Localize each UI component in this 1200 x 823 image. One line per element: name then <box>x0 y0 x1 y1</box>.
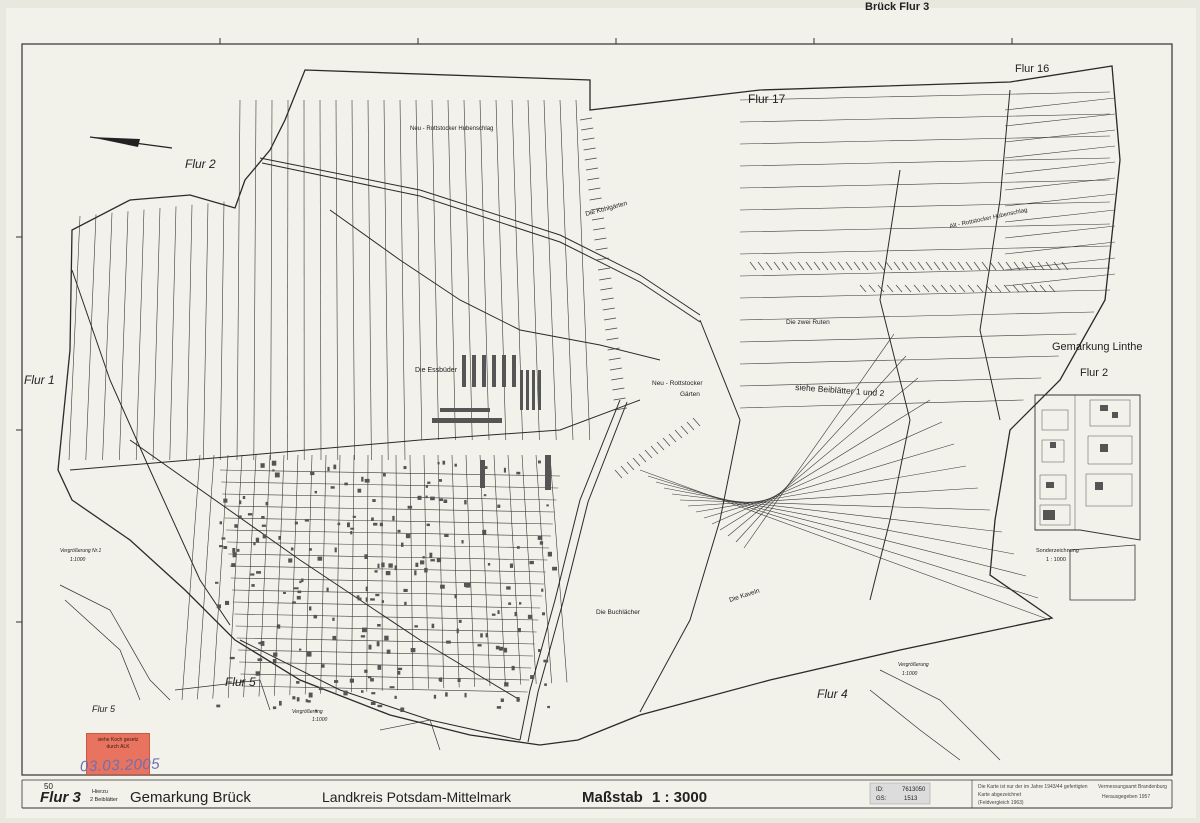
label-vergroesserung-left: Vergrößerung Nr.1 <box>60 548 102 554</box>
label-sonderzeichnung-scale: 1 : 1000 <box>1046 557 1066 563</box>
footer-note-2: Karte abgezeichnet <box>978 792 1022 798</box>
sheet-corner-label: Brück Flur 3 <box>865 1 929 13</box>
footer-note-1: Die Karte ist nur der im Jahre 1943/44 g… <box>978 784 1088 790</box>
footer-note-5: Herausgegeben 1957 <box>1102 794 1150 800</box>
label-vergroesserung-left-scale: 1:1000 <box>70 557 86 563</box>
footer-flur: Flur 3 <box>40 789 81 806</box>
map-sheet: Brück Flur 3 Flur 2 Flur 17 Flur 16 Flur… <box>0 0 1200 823</box>
footer-massstab-label: Maßstab <box>582 789 643 806</box>
footer-gs-label: GS: <box>876 796 887 802</box>
label-essbueder: Die Essbüder <box>415 367 458 374</box>
label-vergroesserung-mid: Vergrößerung <box>292 709 323 715</box>
label-flur1: Flur 1 <box>24 373 55 387</box>
label-sonderzeichnung: Sonderzeichnung <box>1036 548 1079 554</box>
footer-gs-value: 1513 <box>904 796 918 802</box>
footer-gemarkung: Gemarkung Brück <box>130 789 251 806</box>
label-flur17: Flur 17 <box>748 92 786 106</box>
label-buchlaecher: Die Buchlächer <box>596 609 641 616</box>
paper-sheet <box>6 8 1196 818</box>
label-gemarkung-linthe: Gemarkung Linthe <box>1052 341 1143 353</box>
label-flur16: Flur 16 <box>1015 63 1049 75</box>
footer-hierzu-2: 2 Beiblätter <box>90 797 118 803</box>
label-linthe-flur2: Flur 2 <box>1080 367 1108 379</box>
label-flur2: Flur 2 <box>185 157 216 171</box>
label-neu-rottstocker-2: Gärten <box>680 391 700 398</box>
footer-hierzu-1: Hierzu <box>92 789 108 795</box>
cadastral-map: Brück Flur 3 Flur 2 Flur 17 Flur 16 Flur… <box>0 0 1200 823</box>
sticker-line-1: siehe Koch gesetz <box>97 737 139 743</box>
label-zwei-ruten: Die zwei Ruten <box>786 319 830 326</box>
label-flur5-small: Flur 5 <box>92 704 116 714</box>
footer-id-value: 7613050 <box>902 787 926 793</box>
label-neu-rottstocker-hubenschlag: Neu - Rottstocker Hubenschlag <box>410 126 493 132</box>
footer-landkreis: Landkreis Potsdam-Mittelmark <box>322 789 512 805</box>
sticker-line-2: durch ALK <box>106 744 130 750</box>
label-flur4: Flur 4 <box>817 687 848 701</box>
label-vergroesserung-right-scale: 1:1000 <box>902 671 918 677</box>
label-neu-rottstocker-1: Neu - Rottstocker <box>652 380 703 387</box>
date-stamp: 03.03.2005 <box>79 755 161 776</box>
footer-massstab-value: 1 : 3000 <box>652 789 707 806</box>
label-vergroesserung-right: Vergrößerung <box>898 662 929 668</box>
label-flur5: Flur 5 <box>225 675 256 689</box>
footer-note-3: (Feldvergleich 1963) <box>978 800 1024 806</box>
footer-id-label: ID: <box>876 787 884 793</box>
footer-note-4: Vermessungsamt Brandenburg <box>1098 784 1167 790</box>
label-vergroesserung-mid-scale: 1:1000 <box>312 717 328 723</box>
